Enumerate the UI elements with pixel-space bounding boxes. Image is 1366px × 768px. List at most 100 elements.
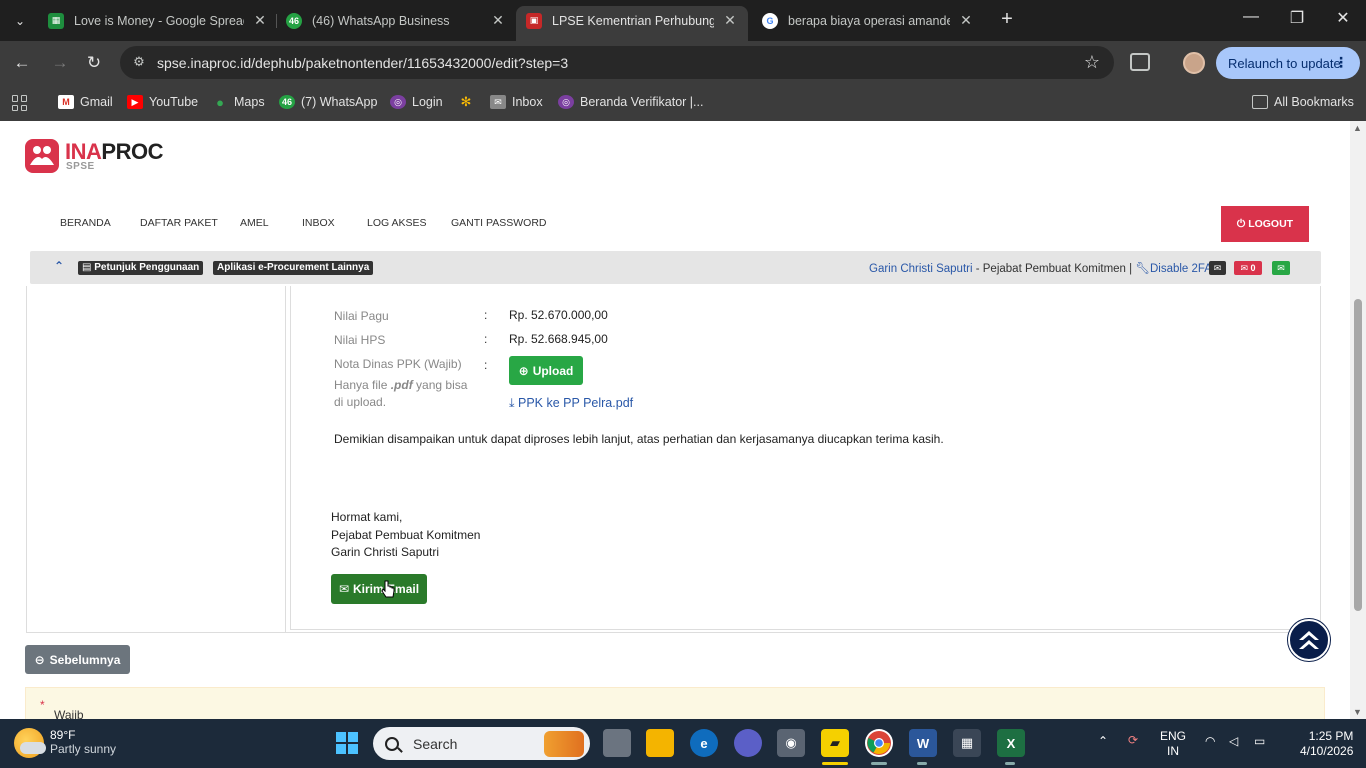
- send-email-button[interactable]: ✉ Kirim Email: [331, 574, 427, 604]
- nav-log-akses[interactable]: LOG AKSES: [367, 217, 427, 229]
- other-apps-link[interactable]: Aplikasi e-Procurement Lainnya: [213, 261, 374, 275]
- all-bookmarks[interactable]: All Bookmarks: [1252, 93, 1354, 111]
- tab-whatsapp[interactable]: 46 (46) WhatsApp Business ✕: [276, 6, 516, 35]
- url-text[interactable]: spse.inaproc.id/dephub/paketnontender/11…: [157, 55, 568, 71]
- bookmark-star-icon[interactable]: ☆: [1084, 52, 1100, 73]
- volume-icon[interactable]: ◁: [1229, 734, 1238, 749]
- envelope-icon[interactable]: ✉: [1209, 261, 1226, 275]
- bookmark-youtube[interactable]: ▶ YouTube: [127, 93, 198, 111]
- tray-overflow-icon[interactable]: ⌃: [1098, 734, 1108, 749]
- clipped-row: ‾: [334, 284, 338, 291]
- window-close-icon[interactable]: ✕: [1328, 8, 1358, 28]
- browser-tab-strip: ⌄ ▦ Love is Money - Google Spread ✕ 46 (…: [0, 0, 1366, 41]
- power-icon: ⏻: [1236, 217, 1246, 230]
- hand-cursor-icon: [381, 580, 395, 598]
- word-icon[interactable]: W: [909, 729, 937, 757]
- restore-icon[interactable]: ❐: [1282, 8, 1312, 28]
- taskbar-search[interactable]: Search: [373, 727, 590, 760]
- tab-lpse[interactable]: ▣ LPSE Kementrian Perhubungan ✕: [516, 6, 748, 41]
- forward-icon[interactable]: →: [50, 53, 70, 73]
- nav-daftar-paket[interactable]: DAFTAR PAKET: [140, 217, 218, 229]
- calculator-icon[interactable]: ▦: [953, 729, 981, 757]
- file-name: PPK ke PP Pelra.pdf: [518, 396, 634, 410]
- bookmark-gmail[interactable]: M Gmail: [58, 93, 113, 111]
- bookmark-label: Inbox: [512, 95, 543, 109]
- back-icon[interactable]: ←: [12, 53, 32, 73]
- scroll-top-button[interactable]: [1288, 619, 1330, 661]
- collapse-up-icon[interactable]: ⌃: [54, 259, 64, 273]
- site-info-icon[interactable]: ⚙: [130, 54, 148, 72]
- open-mail-icon[interactable]: ✉: [1272, 261, 1290, 275]
- sticky-notes-icon[interactable]: ▰: [821, 729, 849, 757]
- upload-button[interactable]: ⊕ Upload: [509, 356, 583, 385]
- bookmark-whatsapp[interactable]: 46 (7) WhatsApp: [279, 93, 377, 111]
- scroll-up-icon[interactable]: ▲: [1353, 123, 1362, 133]
- disable-2fa-link[interactable]: Disable 2FA: [1150, 263, 1212, 275]
- address-bar[interactable]: ⚙ spse.inaproc.id/dephub/paketnontender/…: [120, 46, 1114, 79]
- profile-avatar[interactable]: [1183, 52, 1205, 74]
- reload-icon[interactable]: ↻: [84, 53, 104, 73]
- camera-icon[interactable]: ◉: [777, 729, 805, 757]
- bookmark-label: Maps: [234, 95, 265, 109]
- tab-google[interactable]: G berapa biaya operasi amandel - ✕: [752, 6, 984, 35]
- wifi-icon[interactable]: ◠: [1205, 734, 1215, 749]
- search-placeholder: Search: [413, 735, 458, 752]
- nav-ganti-password[interactable]: GANTI PASSWORD: [451, 217, 546, 229]
- sign-name: Garin Christi Saputri: [331, 545, 440, 559]
- whatsapp-icon: 46: [279, 95, 295, 109]
- more-menu-icon[interactable]: ⋮: [1334, 54, 1348, 71]
- mail-count-badge[interactable]: ✉ 0: [1234, 261, 1262, 275]
- help-link[interactable]: ▤ Petunjuk Penggunaan: [78, 261, 204, 275]
- close-icon[interactable]: ✕: [722, 12, 738, 29]
- tab-spreadsheet[interactable]: ▦ Love is Money - Google Spread ✕: [38, 6, 278, 35]
- hint-text: yang bisa: [412, 378, 468, 392]
- maps-icon: ●: [216, 94, 224, 110]
- file-download-link[interactable]: ⤓ PPK ke PP Pelra.pdf: [509, 396, 633, 411]
- close-icon[interactable]: ✕: [958, 12, 974, 29]
- file-explorer-icon[interactable]: [646, 729, 674, 757]
- minimize-icon[interactable]: —: [1236, 8, 1266, 26]
- sync-icon[interactable]: ⟳: [1128, 733, 1138, 748]
- clock[interactable]: 1:25 PM 4/10/2026: [1300, 729, 1353, 759]
- tab-search-icon[interactable]: ⌄: [8, 9, 32, 33]
- page-scrollbar[interactable]: ▲ ▼: [1350, 121, 1366, 719]
- extensions-icon[interactable]: [1130, 53, 1150, 71]
- bookmark-maps[interactable]: ● Maps: [212, 93, 265, 111]
- nav-amel[interactable]: AMEL: [240, 217, 269, 229]
- logo-subtitle: SPSE: [66, 161, 95, 172]
- app-indicator: [1005, 762, 1015, 765]
- bookmark-label: Login: [412, 95, 443, 109]
- mail-count: 0: [1250, 263, 1256, 273]
- scrollbar-thumb[interactable]: [1354, 299, 1362, 611]
- bookmark-verifikator[interactable]: ◎ Beranda Verifikator |...: [558, 93, 703, 111]
- bookmark-login[interactable]: ◎ Login: [390, 93, 443, 111]
- chrome-icon[interactable]: [865, 729, 893, 757]
- weather-widget[interactable]: 89°F Partly sunny: [14, 728, 116, 758]
- bookmark-inbox[interactable]: ✉ Inbox: [490, 93, 543, 111]
- relaunch-button[interactable]: Relaunch to update ⋮: [1216, 47, 1360, 79]
- active-app-indicator: [822, 762, 848, 765]
- bookmark-photos[interactable]: ✻: [458, 93, 480, 111]
- language-indicator[interactable]: ENG IN: [1160, 729, 1186, 759]
- battery-icon[interactable]: ▭: [1254, 734, 1265, 749]
- edge-icon[interactable]: e: [690, 729, 718, 757]
- bookmark-label: (7) WhatsApp: [301, 95, 378, 109]
- nilai-hps-value: Rp. 52.668.945,00: [509, 332, 608, 346]
- copilot-icon[interactable]: [734, 729, 762, 757]
- colon: :: [484, 308, 488, 322]
- required-text: Wajib diisi.: [54, 708, 84, 719]
- nav-beranda[interactable]: BERANDA: [60, 217, 111, 229]
- scroll-down-icon[interactable]: ▼: [1353, 707, 1362, 717]
- user-name[interactable]: Garin Christi Saputri: [869, 263, 973, 275]
- previous-button[interactable]: ⊖ Sebelumnya: [25, 645, 130, 674]
- new-tab-icon[interactable]: +: [996, 9, 1018, 31]
- nav-inbox[interactable]: INBOX: [302, 217, 335, 229]
- nilai-hps-label: Nilai HPS: [334, 333, 386, 347]
- start-icon[interactable]: [333, 729, 361, 757]
- excel-icon[interactable]: X: [997, 729, 1025, 757]
- logout-button[interactable]: ⏻ LOGOUT: [1221, 206, 1309, 242]
- apps-icon[interactable]: [12, 95, 28, 111]
- close-icon[interactable]: ✕: [490, 12, 506, 29]
- close-icon[interactable]: ✕: [252, 12, 268, 29]
- task-view-icon[interactable]: [603, 729, 631, 757]
